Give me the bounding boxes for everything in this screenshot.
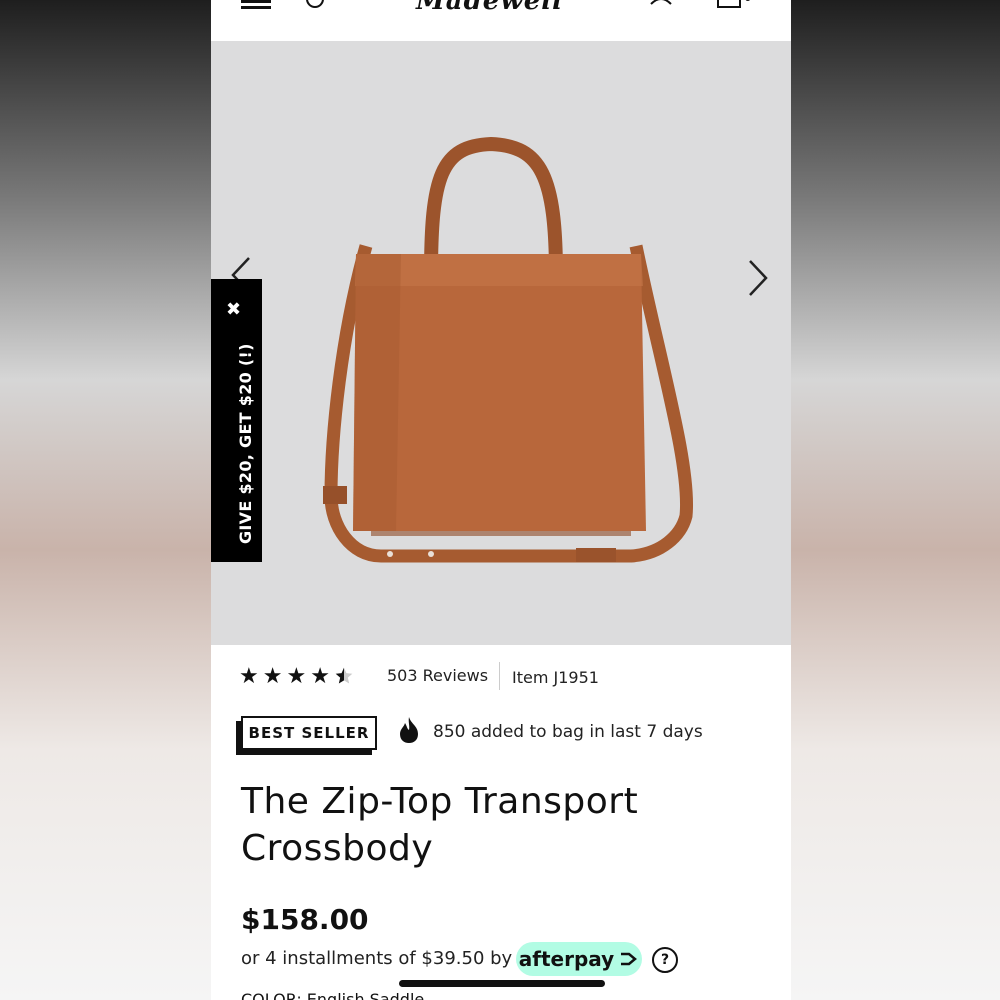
background-blur-left — [0, 0, 211, 1000]
search-icon[interactable] — [306, 0, 324, 8]
top-navigation-bar: Madewell 0 — [211, 0, 791, 42]
referral-promo-label: GIVE $20, GET $20 (!) — [236, 343, 255, 544]
installments-text: or 4 installments of $39.50 by — [241, 948, 513, 969]
color-selector-label: COLOR: English Saddle — [241, 990, 425, 1000]
reviews-link[interactable]: 503 Reviews — [387, 666, 488, 685]
star-icon: ★ — [239, 664, 259, 689]
star-icon: ★ — [310, 664, 330, 689]
product-image-carousel[interactable] — [211, 41, 791, 645]
star-icon: ★ — [286, 664, 307, 689]
close-icon[interactable]: ✖ — [226, 299, 241, 320]
badge-row: BEST SELLER 850 added to bag in last 7 d… — [241, 716, 781, 756]
afterpay-label: afterpay — [518, 947, 615, 971]
account-icon[interactable] — [649, 0, 673, 6]
help-icon[interactable]: ? — [652, 947, 678, 973]
star-rating[interactable]: ★ ★ ★ ★ — [239, 666, 354, 689]
bag-count-badge: 0 — [744, 0, 752, 4]
next-image-arrow-icon[interactable] — [746, 259, 770, 297]
item-number: Item J1951 — [512, 668, 599, 687]
flame-icon — [400, 717, 418, 743]
popularity-text: 850 added to bag in last 7 days — [433, 722, 703, 742]
half-star-icon — [334, 666, 354, 689]
home-indicator — [399, 980, 605, 987]
phone-screen: Madewell 0 — [211, 0, 791, 1000]
shopping-bag-icon[interactable] — [717, 0, 741, 8]
afterpay-badge[interactable]: afterpay — [516, 942, 642, 976]
background-blur-right — [791, 0, 1000, 1000]
divider — [499, 662, 500, 690]
product-image — [323, 136, 694, 563]
referral-promo-tab[interactable]: ✖ GIVE $20, GET $20 (!) — [211, 279, 262, 562]
product-price: $158.00 — [241, 903, 369, 936]
product-title: The Zip-Top Transport Crossbody — [241, 781, 639, 869]
brand-logo[interactable]: Madewell — [416, 0, 563, 16]
star-icon: ★ — [262, 664, 283, 689]
menu-icon[interactable] — [241, 0, 271, 9]
best-seller-badge: BEST SELLER — [241, 716, 377, 750]
afterpay-arrows-icon — [621, 952, 638, 966]
